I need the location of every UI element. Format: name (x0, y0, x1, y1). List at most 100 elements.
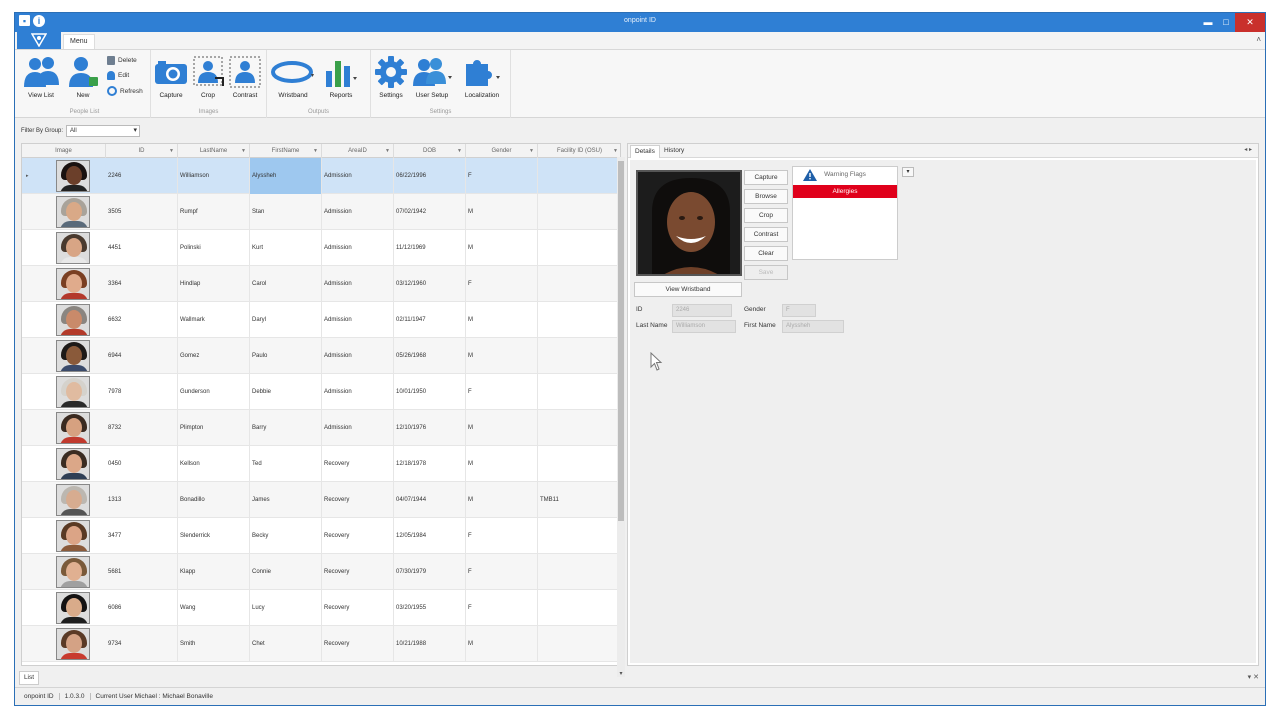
cell-area[interactable]: Recovery (322, 626, 394, 662)
cell-gender[interactable]: M (466, 482, 538, 518)
cell-area[interactable]: Recovery (322, 482, 394, 518)
scrollbar-thumb[interactable] (618, 161, 624, 521)
cell-first[interactable]: Becky (250, 518, 322, 554)
tab-history[interactable]: History (660, 145, 688, 158)
column-filter-icon[interactable]: ▼ (457, 144, 462, 158)
edit-button[interactable]: Edit (107, 71, 129, 80)
cell-id[interactable]: 2246 (106, 158, 178, 194)
cell-dob[interactable]: 12/05/1984 (394, 518, 466, 554)
cell-first[interactable]: Lucy (250, 590, 322, 626)
column-header-7[interactable]: Facility ID (OSU) ▼ (538, 144, 620, 158)
column-header-4[interactable]: AreaID ▼ (322, 144, 394, 158)
cell-gender[interactable]: F (466, 554, 538, 590)
cell-id[interactable]: 5681 (106, 554, 178, 590)
cell-first[interactable]: Carol (250, 266, 322, 302)
cell-id[interactable]: 6944 (106, 338, 178, 374)
cell-first[interactable]: Connie (250, 554, 322, 590)
cell-id[interactable]: 6086 (106, 590, 178, 626)
flags-dropdown-icon[interactable]: ▾ (902, 167, 914, 177)
cell-first[interactable]: Ted (250, 446, 322, 482)
cell-area[interactable]: Admission (322, 302, 394, 338)
cell-first[interactable]: Chet (250, 626, 322, 662)
table-row[interactable]: 6632 Wallmark Daryl Admission 02/11/1947 M (22, 302, 620, 338)
column-header-6[interactable]: Gender ▼ (466, 144, 538, 158)
column-filter-icon[interactable]: ▼ (241, 144, 246, 158)
table-row[interactable]: 3505 Rumpf Stan Admission 07/02/1942 M (22, 194, 620, 230)
column-filter-icon[interactable]: ▼ (613, 144, 618, 158)
cell-fac[interactable] (538, 518, 620, 554)
cell-dob[interactable]: 10/21/1988 (394, 626, 466, 662)
cell-id[interactable]: 0450 (106, 446, 178, 482)
column-header-1[interactable]: ID ▼ (106, 144, 178, 158)
cell-area[interactable]: Admission (322, 338, 394, 374)
cell-gender[interactable]: M (466, 194, 538, 230)
cell-id[interactable]: 3505 (106, 194, 178, 230)
browse-photo-button[interactable]: Browse (744, 189, 788, 204)
cell-dob[interactable]: 02/11/1947 (394, 302, 466, 338)
panel-nav-arrows-icon[interactable]: ◂ ▸ (1244, 146, 1252, 153)
cell-dob[interactable]: 12/10/1976 (394, 410, 466, 446)
contrast-photo-button[interactable]: Contrast (744, 227, 788, 242)
grid-scrollbar[interactable]: ▾ (617, 157, 625, 677)
table-row[interactable]: 1313 Bonadillo James Recovery 04/07/1944 M TMB… (22, 482, 620, 518)
cell-area[interactable]: Admission (322, 410, 394, 446)
new-person-button[interactable]: New (65, 54, 101, 99)
app-logo-tab[interactable] (17, 32, 61, 49)
cell-dob[interactable]: 06/22/1996 (394, 158, 466, 194)
cell-id[interactable]: 7978 (106, 374, 178, 410)
cell-dob[interactable]: 03/20/1955 (394, 590, 466, 626)
cell-gender[interactable]: M (466, 230, 538, 266)
column-filter-icon[interactable]: ▼ (529, 144, 534, 158)
cell-dob[interactable]: 12/18/1978 (394, 446, 466, 482)
crop-button[interactable]: Crop (191, 54, 225, 99)
minimize-button[interactable]: ▬ (1199, 13, 1217, 32)
cell-last[interactable]: Gunderson (178, 374, 250, 410)
cell-dob[interactable]: 07/30/1979 (394, 554, 466, 590)
cell-gender[interactable]: F (466, 266, 538, 302)
tab-list[interactable]: List (19, 671, 39, 685)
cell-fac[interactable] (538, 410, 620, 446)
cell-fac[interactable] (538, 374, 620, 410)
column-filter-icon[interactable]: ▼ (169, 144, 174, 158)
cell-id[interactable]: 6632 (106, 302, 178, 338)
cell-last[interactable]: Plimpton (178, 410, 250, 446)
capture-button[interactable]: Capture (153, 54, 189, 99)
cell-fac[interactable] (538, 302, 620, 338)
cell-fac[interactable] (538, 194, 620, 230)
table-row[interactable]: 4451 Polinski Kurt Admission 11/12/1969 M (22, 230, 620, 266)
table-row[interactable]: 5681 Klapp Connie Recovery 07/30/1979 F (22, 554, 620, 590)
settings-button[interactable]: Settings (373, 54, 409, 99)
column-header-2[interactable]: LastName ▼ (178, 144, 250, 158)
refresh-button[interactable]: Refresh (107, 86, 143, 96)
cell-area[interactable]: Admission (322, 158, 394, 194)
cell-gender[interactable]: M (466, 302, 538, 338)
cell-dob[interactable]: 11/12/1969 (394, 230, 466, 266)
id-field[interactable]: 2246 (672, 304, 732, 317)
close-button[interactable]: ✕ (1235, 13, 1265, 32)
table-row[interactable]: 7978 Gunderson Debbie Admission 10/01/1950 F (22, 374, 620, 410)
first-name-field[interactable]: Alyssheh (782, 320, 844, 333)
cell-first[interactable]: Stan (250, 194, 322, 230)
bottom-controls-icon[interactable]: ▾ ✕ (1248, 673, 1259, 681)
cell-first[interactable]: James (250, 482, 322, 518)
cell-fac[interactable] (538, 230, 620, 266)
view-list-button[interactable]: View List (23, 54, 59, 99)
cell-last[interactable]: Williamson (178, 158, 250, 194)
cell-gender[interactable]: M (466, 338, 538, 374)
cell-id[interactable]: 9734 (106, 626, 178, 662)
cell-gender[interactable]: M (466, 410, 538, 446)
cell-fac[interactable]: TMB11 (538, 482, 620, 518)
cell-last[interactable]: Wang (178, 590, 250, 626)
cell-fac[interactable] (538, 590, 620, 626)
column-header-3[interactable]: FirstName ▼ (250, 144, 322, 158)
user-setup-button[interactable]: User Setup (411, 54, 453, 99)
cell-gender[interactable]: F (466, 518, 538, 554)
cell-dob[interactable]: 10/01/1950 (394, 374, 466, 410)
cell-first[interactable]: Barry (250, 410, 322, 446)
cell-gender[interactable]: F (466, 590, 538, 626)
maximize-button[interactable]: □ (1217, 13, 1235, 32)
wristband-button[interactable]: Wristband (271, 54, 315, 99)
cell-gender[interactable]: M (466, 446, 538, 482)
filter-group-select[interactable]: All (66, 125, 141, 137)
table-row[interactable]: 6086 Wang Lucy Recovery 03/20/1955 F (22, 590, 620, 626)
